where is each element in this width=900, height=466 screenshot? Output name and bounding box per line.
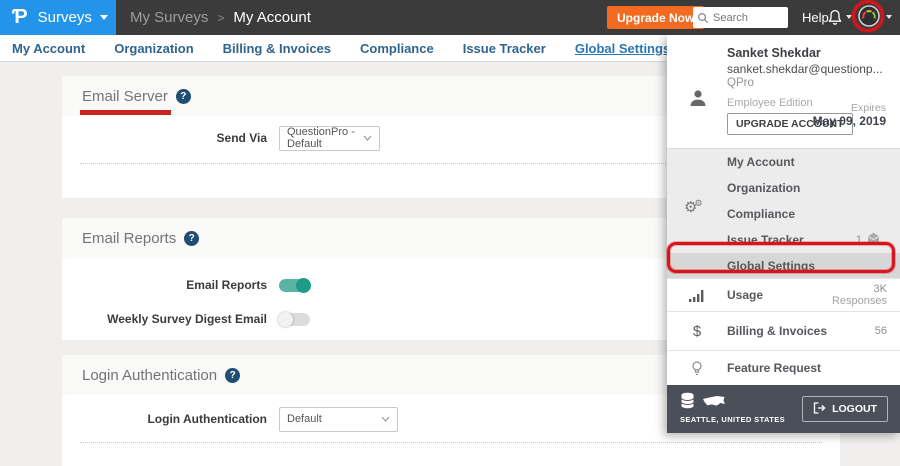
dotted-divider: [80, 442, 822, 443]
avatar-chevron-down-icon[interactable]: [886, 15, 892, 19]
bell-chevron-down-icon[interactable]: [846, 15, 852, 19]
send-via-label: Send Via: [62, 131, 267, 145]
weekly-digest-toggle-label: Weekly Survey Digest Email: [62, 312, 267, 326]
panel-stat-rows: Usage 3K Responses $ Billing & Invoices …: [667, 278, 900, 385]
breadcrumb-parent[interactable]: My Surveys: [130, 9, 208, 26]
toggle-knob: [278, 312, 293, 327]
logout-icon: [813, 402, 826, 417]
chevron-down-icon: [100, 15, 108, 20]
help-link[interactable]: Help: [802, 0, 829, 35]
questionpro-logo-icon: Ƥ: [12, 0, 28, 35]
breadcrumb-separator: >: [217, 11, 224, 25]
upgrade-now-button[interactable]: Upgrade Now: [607, 6, 704, 29]
feature-request-label: Feature Request: [727, 361, 900, 375]
send-via-dropdown[interactable]: QuestionPro - Default: [279, 126, 380, 151]
issue-tracker-count: 1: [856, 227, 862, 253]
product-name: Surveys: [38, 9, 92, 26]
footer-icons: [680, 392, 726, 414]
menu-item-compliance[interactable]: Compliance: [667, 201, 900, 227]
email-server-title: Email Server: [82, 88, 168, 105]
menu-item-billing-invoices[interactable]: $ Billing & Invoices 56: [667, 311, 900, 350]
login-authentication-dropdown[interactable]: Default: [279, 407, 398, 432]
chevron-down-icon: [381, 413, 390, 425]
tab-compliance[interactable]: Compliance: [360, 41, 434, 56]
menu-item-feature-request[interactable]: Feature Request: [667, 350, 900, 385]
user-dropdown-panel: Sanket Shekdar sanket.shekdar@questionp.…: [667, 35, 900, 433]
email-reports-title: Email Reports: [82, 230, 176, 247]
user-name: Sanket Shekdar: [727, 46, 821, 60]
logout-label: LOGOUT: [832, 403, 877, 415]
database-icon: [680, 392, 695, 414]
page: Ƥ Surveys My Surveys > My Account Upgrad…: [0, 0, 900, 466]
logout-button[interactable]: LOGOUT: [802, 396, 888, 422]
tab-organization[interactable]: Organization: [114, 41, 193, 56]
help-icon[interactable]: ?: [176, 89, 191, 104]
email-reports-toggle[interactable]: [279, 279, 310, 292]
help-icon[interactable]: ?: [184, 231, 199, 246]
breadcrumb-current: My Account: [233, 9, 311, 26]
send-via-value: QuestionPro - Default: [287, 126, 355, 150]
user-organization: QPro: [727, 77, 754, 89]
tab-issue-tracker[interactable]: Issue Tracker: [463, 41, 546, 56]
product-switcher[interactable]: Ƥ Surveys: [0, 0, 116, 35]
breadcrumb: My Surveys > My Account: [130, 0, 311, 35]
menu-item-issue-tracker[interactable]: Issue Tracker 1: [667, 227, 900, 253]
lightbulb-icon: [667, 361, 727, 376]
login-authentication-title: Login Authentication: [82, 367, 217, 384]
usage-value: 3K Responses: [832, 283, 887, 307]
tab-global-settings[interactable]: Global Settings: [575, 41, 670, 56]
user-avatar[interactable]: [858, 5, 880, 27]
menu-item-organization[interactable]: Organization: [667, 175, 900, 201]
help-icon[interactable]: ?: [225, 368, 240, 383]
panel-user-info: Sanket Shekdar sanket.shekdar@questionp.…: [667, 35, 900, 148]
search-input[interactable]: [713, 7, 785, 28]
menu-item-my-account[interactable]: My Account: [667, 149, 900, 175]
issue-tracker-badge: 1: [856, 227, 880, 253]
login-authentication-value: Default: [287, 413, 373, 425]
menu-item-usage[interactable]: Usage 3K Responses: [667, 278, 900, 311]
usa-map-icon: [702, 394, 726, 414]
tab-billing-invoices[interactable]: Billing & Invoices: [223, 41, 331, 56]
dollar-icon: $: [667, 323, 727, 340]
notifications-bell-icon[interactable]: [827, 9, 843, 31]
panel-account-menu: ⚙⚙ My Account Organization Compliance Is…: [667, 148, 900, 278]
user-email: sanket.shekdar@questionp...: [727, 62, 883, 76]
menu-item-global-settings[interactable]: Global Settings: [667, 253, 900, 279]
login-authentication-label: Login Authentication: [62, 412, 267, 426]
user-edition: Employee Edition: [727, 97, 813, 109]
open-envelope-icon: [867, 227, 880, 253]
chevron-down-icon: [363, 132, 372, 144]
search-box[interactable]: [693, 7, 788, 28]
billing-count: 56: [875, 325, 887, 337]
person-icon: [688, 88, 708, 113]
top-bar: Ƥ Surveys My Surveys > My Account Upgrad…: [0, 0, 900, 35]
expires-date: May 09, 2019: [813, 114, 886, 128]
search-icon: [697, 11, 709, 29]
email-reports-toggle-label: Email Reports: [62, 278, 267, 292]
weekly-digest-toggle[interactable]: [279, 313, 310, 326]
expires-label: Expires: [851, 102, 886, 114]
toggle-knob: [296, 278, 311, 293]
panel-footer: SEATTLE, UNITED STATES LOGOUT: [667, 385, 900, 433]
tab-my-account[interactable]: My Account: [12, 41, 85, 56]
bar-chart-icon: [667, 289, 727, 302]
datacenter-location: SEATTLE, UNITED STATES: [680, 415, 785, 424]
